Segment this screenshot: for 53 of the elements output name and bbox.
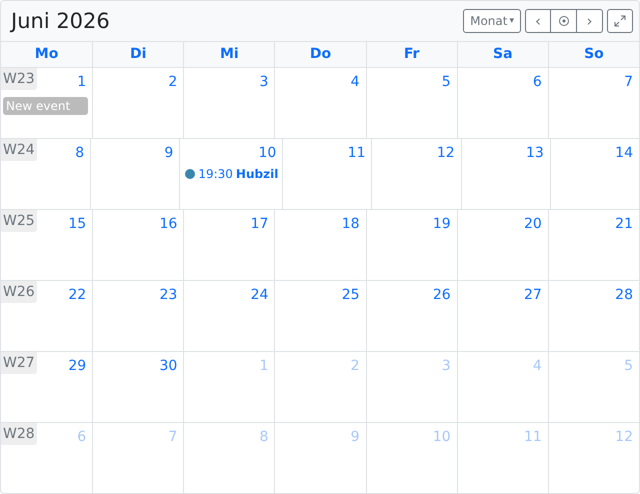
day-number[interactable]: 24 xyxy=(248,285,270,305)
weekday-header: Sa xyxy=(456,42,548,67)
day-number[interactable]: 12 xyxy=(434,143,457,163)
day-number[interactable]: 29 xyxy=(66,356,88,376)
target-icon xyxy=(558,15,570,27)
week-number: W25 xyxy=(1,210,37,232)
week-number: W26 xyxy=(1,281,37,303)
week-number: W27 xyxy=(1,352,37,374)
day-number[interactable]: 15 xyxy=(66,214,88,234)
day-number[interactable]: 6 xyxy=(530,72,544,92)
day-number[interactable]: 14 xyxy=(613,143,635,163)
day-number[interactable]: 17 xyxy=(248,214,270,234)
day-number[interactable]: 13 xyxy=(524,143,546,163)
next-button[interactable]: › xyxy=(577,9,603,33)
weekday-header: Fr xyxy=(366,42,457,67)
day-number[interactable]: 16 xyxy=(157,214,180,234)
day-number[interactable]: 27 xyxy=(522,285,544,305)
day-number[interactable]: 25 xyxy=(340,285,362,305)
view-dropdown[interactable]: Monat ▾ xyxy=(463,9,521,33)
today-button[interactable] xyxy=(551,9,577,33)
expand-icon xyxy=(614,15,626,27)
day-number[interactable]: 1 xyxy=(75,72,88,92)
weekday-header: So xyxy=(548,42,639,67)
day-number[interactable]: 22 xyxy=(66,285,88,305)
day-number[interactable]: 3 xyxy=(258,72,270,92)
day-number[interactable]: 21 xyxy=(613,214,635,234)
weekday-header: Do xyxy=(274,42,366,67)
day-number[interactable]: 4 xyxy=(348,72,362,92)
previous-button[interactable]: ‹ xyxy=(525,9,551,33)
expand-button[interactable] xyxy=(607,9,633,33)
day-number[interactable]: 30 xyxy=(157,356,180,376)
day-number[interactable]: 26 xyxy=(430,285,453,305)
week-number: W24 xyxy=(1,139,37,161)
day-number[interactable]: 23 xyxy=(157,285,180,305)
day-number[interactable]: 19 xyxy=(430,214,453,234)
day-number[interactable]: 5 xyxy=(440,72,453,92)
day-number[interactable]: 8 xyxy=(73,143,86,163)
month-title: Juni 2026 xyxy=(11,9,110,33)
day-number[interactable]: 28 xyxy=(613,285,635,305)
day-number[interactable]: 9 xyxy=(162,143,176,163)
event-time[interactable]: 19:30 xyxy=(198,167,233,181)
day-number[interactable]: 20 xyxy=(522,214,544,234)
weekday-header: Mo xyxy=(34,45,60,64)
day-number[interactable]: 18 xyxy=(340,214,362,234)
day-number[interactable]: 7 xyxy=(622,72,635,92)
day-number[interactable]: 10 xyxy=(256,143,278,163)
weekday-header: Di xyxy=(92,42,184,67)
week-number: W23 xyxy=(1,68,37,90)
day-number[interactable]: 2 xyxy=(166,72,180,92)
event-title[interactable]: Hubzil xyxy=(236,167,278,181)
week-number: W28 xyxy=(1,423,37,445)
weekday-header: Mi xyxy=(183,42,274,67)
day-number[interactable]: 11 xyxy=(346,143,368,163)
